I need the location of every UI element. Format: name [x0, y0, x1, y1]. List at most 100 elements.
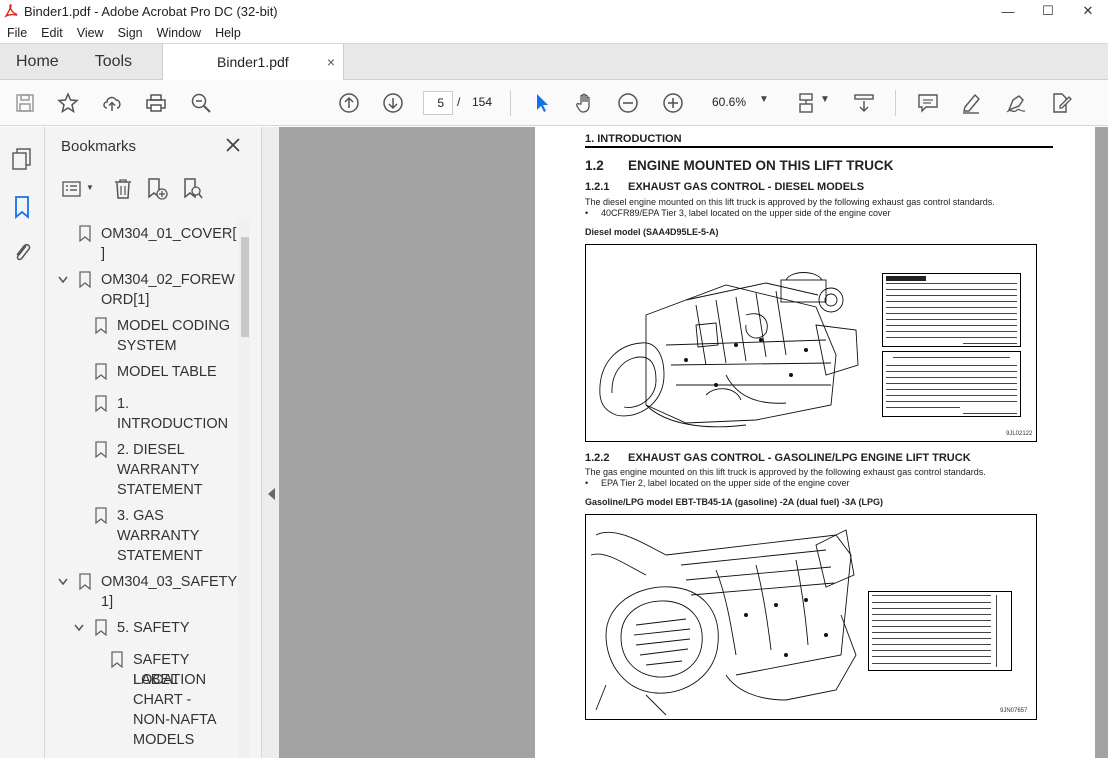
page-up-icon[interactable]	[337, 91, 361, 115]
attachments-icon[interactable]	[11, 240, 33, 264]
new-bookmark-icon[interactable]	[145, 177, 169, 201]
save-icon[interactable]	[13, 91, 37, 115]
bookmark-label: OM304_01_COVER[1	[101, 226, 237, 242]
bookmark-label: 1]	[101, 594, 114, 610]
page-running-header: 1. INTRODUCTION	[585, 133, 1053, 148]
zoom-out-icon[interactable]	[616, 91, 640, 115]
minimize-button[interactable]: —	[988, 0, 1028, 22]
bookmark-safety-section[interactable]: OM304_03_SAFETY[ 1]	[45, 572, 237, 614]
menu-file[interactable]: File	[0, 26, 34, 40]
bookmark-model-coding[interactable]: MODEL CODING SYSTEM	[45, 316, 237, 358]
bookmark-options-icon[interactable]	[61, 177, 85, 201]
bookmark-label: STATEMENT	[117, 482, 203, 498]
close-panel-icon[interactable]	[223, 135, 243, 155]
bookmark-label: OM304_03_SAFETY[	[101, 574, 237, 590]
bookmark-label: MODEL CODING	[117, 318, 231, 334]
title-bar: Binder1.pdf - Adobe Acrobat Pro DC (32-b…	[0, 0, 1108, 22]
tab-document[interactable]: Binder1.pdf ×	[162, 44, 345, 80]
tab-home[interactable]: Home	[0, 44, 75, 79]
section-title: ENGINE MOUNTED ON THIS LIFT TRUCK	[628, 158, 894, 173]
zoom-dropdown-icon[interactable]: ▼	[759, 94, 769, 105]
upload-icon[interactable]	[100, 91, 124, 115]
expand-chevron-icon[interactable]	[57, 576, 69, 588]
fit-page-icon[interactable]	[795, 91, 819, 115]
gas-engine-figure: 9JN07657	[585, 514, 1037, 720]
expand-chevron-icon[interactable]	[73, 622, 85, 634]
menu-edit[interactable]: Edit	[34, 26, 70, 40]
bookmark-foreword[interactable]: OM304_02_FOREW ORD[1]	[45, 270, 237, 312]
bookmarks-panel-icon[interactable]	[11, 195, 33, 219]
window-title: Binder1.pdf - Adobe Acrobat Pro DC (32-b…	[24, 3, 278, 19]
bookmarks-list: OM304_01_COVER[1 ] OM304_02_FOREW ORD[1]…	[45, 220, 237, 758]
diesel-bullet: • 40CFR89/EPA Tier 3, label located on th…	[585, 208, 891, 218]
gas-bullet-text: EPA Tier 2, label located on the upper s…	[601, 478, 850, 488]
document-viewer[interactable]: 1. INTRODUCTION 1.2 ENGINE MOUNTED ON THI…	[279, 127, 1108, 758]
section-number: 1.2	[585, 158, 604, 173]
print-icon[interactable]	[144, 91, 168, 115]
bookmark-label: MODELS	[133, 732, 195, 748]
komatsu-emission-label	[882, 273, 1021, 347]
toolbar-divider	[895, 90, 896, 116]
figure-code: 9JL02122	[1006, 431, 1033, 437]
bookmark-search-icon[interactable]	[181, 177, 205, 201]
bookmarks-title: Bookmarks	[61, 138, 137, 155]
highlight-icon[interactable]	[959, 91, 983, 115]
bookmark-icon	[95, 363, 107, 380]
bookmark-icon	[95, 619, 107, 636]
comment-icon[interactable]	[916, 91, 940, 115]
options-dropdown-icon[interactable]: ▼	[86, 183, 94, 192]
bookmarks-panel: Bookmarks ▼ OM304_01_COVER[1 ] OM304_02_…	[45, 127, 261, 758]
bookmark-label: 1.	[117, 396, 130, 412]
maximize-button[interactable]: ☐	[1028, 0, 1068, 22]
bookmark-icon	[95, 441, 107, 458]
select-arrow-icon[interactable]	[530, 91, 554, 115]
page-down-icon[interactable]	[381, 91, 405, 115]
star-icon[interactable]	[56, 91, 80, 115]
scroll-mode-icon[interactable]	[852, 91, 876, 115]
bookmark-introduction[interactable]: 1. INTRODUCTION	[45, 394, 237, 436]
hand-icon[interactable]	[573, 91, 597, 115]
bookmark-safety[interactable]: 5. SAFETY	[45, 618, 237, 640]
bookmark-label: OM304_02_FOREW	[101, 272, 235, 288]
panel-collapse-strip[interactable]	[261, 127, 279, 758]
toolbar: 5 / 154 60.6% ▼ ▼	[0, 80, 1108, 126]
bookmark-diesel-warranty[interactable]: 2. DIESEL WARRANTY STATEMENT	[45, 440, 237, 502]
bookmark-cover[interactable]: OM304_01_COVER[1 ]	[45, 224, 237, 266]
tab-document-label: Binder1.pdf	[217, 54, 289, 70]
collapse-arrow-icon[interactable]	[268, 488, 275, 500]
menu-window[interactable]: Window	[150, 26, 208, 40]
tab-close-icon[interactable]: ×	[327, 54, 335, 70]
expand-chevron-icon[interactable]	[57, 274, 69, 286]
sign-icon[interactable]	[1004, 91, 1028, 115]
page-number-input[interactable]: 5	[423, 91, 453, 115]
tab-tools[interactable]: Tools	[75, 44, 148, 79]
menu-help[interactable]: Help	[208, 26, 248, 40]
tab-bar: Home Tools Binder1.pdf ×	[0, 43, 1108, 80]
edit-pdf-icon[interactable]	[1049, 91, 1073, 115]
menu-view[interactable]: View	[70, 26, 111, 40]
figure-code: 9JN07657	[1000, 708, 1028, 714]
zoom-search-icon[interactable]	[189, 91, 213, 115]
page-thumbnails-icon[interactable]	[11, 147, 33, 171]
zoom-level[interactable]: 60.6%	[712, 95, 746, 109]
menu-sign[interactable]: Sign	[111, 26, 150, 40]
section-heading: 1.2 ENGINE MOUNTED ON THIS LIFT TRUCK	[585, 158, 894, 173]
fit-page-dropdown-icon[interactable]: ▼	[820, 94, 830, 105]
bookmark-safety-label-chart[interactable]: SAFETY LABEL LOCATION CHART - NON-NAFTA …	[45, 650, 237, 752]
bookmark-gas-warranty[interactable]: 3. GAS WARRANTY STATEMENT	[45, 506, 237, 568]
bookmark-model-table[interactable]: MODEL TABLE	[45, 362, 237, 384]
bookmark-label: NON-NAFTA	[133, 712, 217, 728]
bookmarks-scroll-thumb[interactable]	[241, 237, 249, 337]
bookmark-label: MODEL TABLE	[117, 364, 217, 380]
left-navigation-rail	[0, 127, 45, 758]
bookmark-icon	[95, 395, 107, 412]
emission-control-label	[868, 591, 1012, 671]
subsection-number: 1.2.1	[585, 181, 610, 193]
toolbar-divider	[510, 90, 511, 116]
delete-bookmark-icon[interactable]	[111, 177, 135, 201]
close-window-button[interactable]: ✕	[1068, 0, 1108, 22]
bookmark-label: INTRODUCTION	[117, 416, 229, 432]
subsection-title: EXHAUST GAS CONTROL - DIESEL MODELS	[628, 181, 865, 193]
bookmark-icon	[79, 573, 91, 590]
zoom-in-icon[interactable]	[661, 91, 685, 115]
